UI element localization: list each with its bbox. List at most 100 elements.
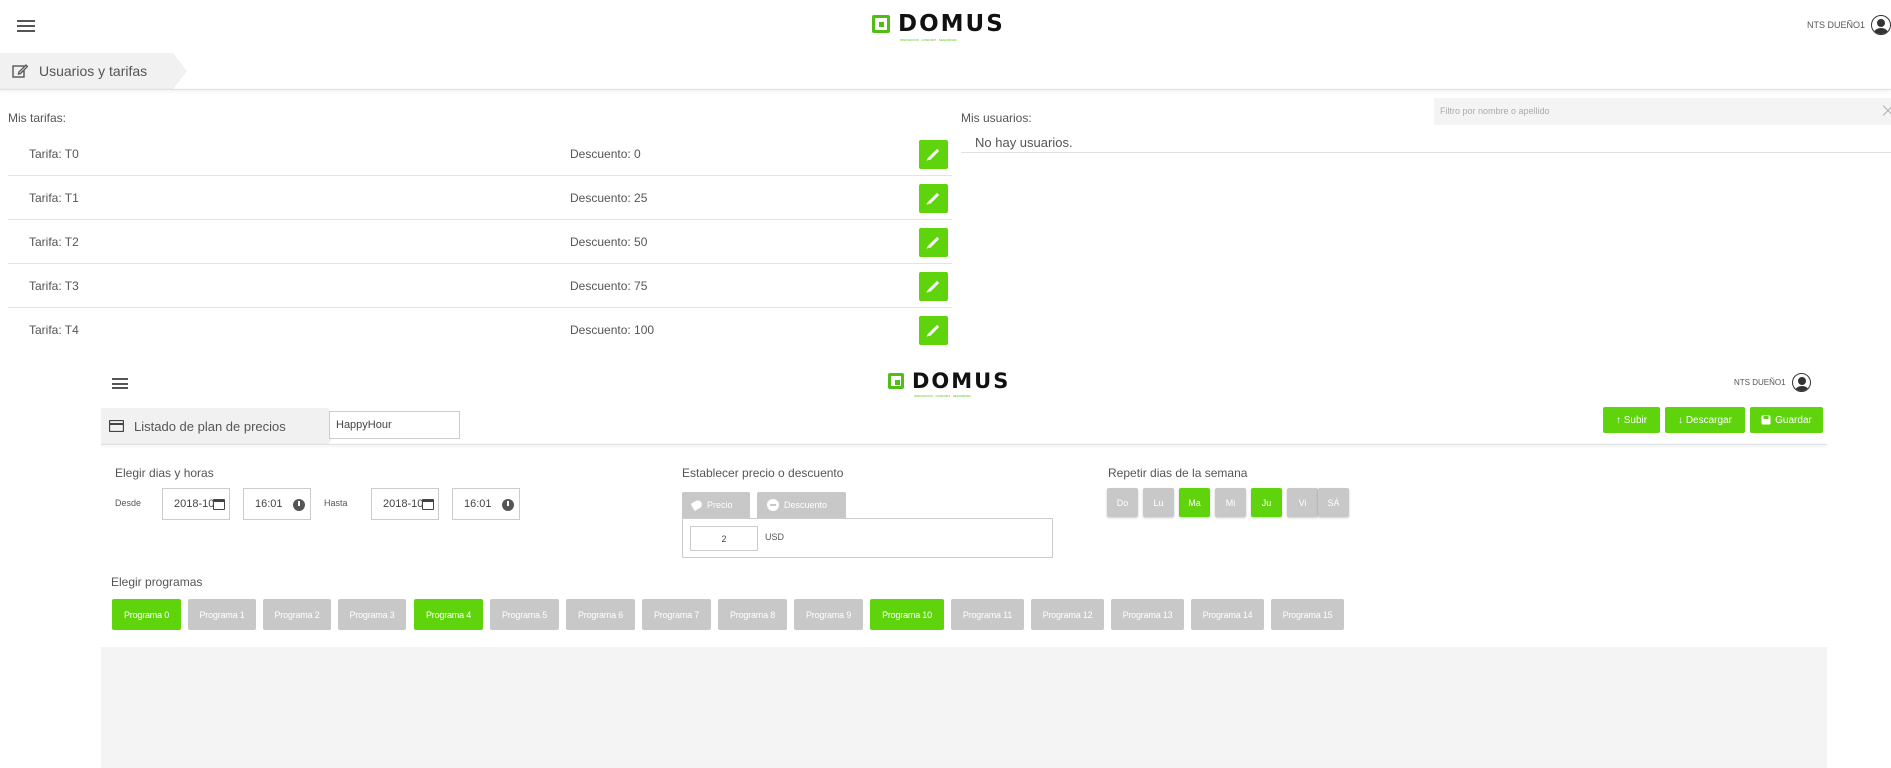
tarifa-name: Tarifa: T4 — [29, 323, 79, 337]
tab-precio[interactable]: Precio — [682, 492, 750, 518]
save-icon — [1761, 415, 1771, 425]
inner-brand-tagline: INNOVACION · CONFORT · SEGURIDAD — [914, 394, 971, 398]
header-divider — [0, 89, 1891, 90]
program-toggle[interactable]: Programa 14 — [1191, 599, 1264, 630]
pencil-icon — [927, 148, 940, 161]
plan-name-input[interactable]: HappyHour — [329, 411, 460, 439]
tarifa-row: Tarifa: T4 Descuento: 100 — [8, 308, 952, 352]
clear-filter-icon[interactable] — [1881, 104, 1891, 118]
program-toggle[interactable]: Programa 13 — [1111, 599, 1184, 630]
pencil-icon — [927, 192, 940, 205]
program-toggle[interactable]: Programa 11 — [951, 599, 1024, 630]
credit-card-icon — [109, 420, 124, 432]
tarifas-label: Mis tarifas: — [8, 111, 67, 125]
program-toggle[interactable]: Programa 0 — [112, 599, 181, 630]
program-toggle[interactable]: Programa 2 — [263, 599, 331, 630]
program-toggle[interactable]: Programa 7 — [642, 599, 711, 630]
calendar-icon[interactable] — [213, 499, 225, 510]
calendar-icon[interactable] — [422, 499, 434, 510]
time-from-value: 16:01 — [255, 498, 283, 510]
inner-brand-logo: DOMUS INNOVACION · CONFORT · SEGURIDAD — [888, 369, 1011, 398]
edit-tarifa-button[interactable] — [919, 316, 948, 345]
program-toggle[interactable]: Programa 3 — [338, 599, 406, 630]
price-value: 2 — [721, 533, 727, 544]
tab-precio-label: Precio — [707, 500, 733, 510]
guardar-button[interactable]: Guardar — [1750, 407, 1823, 433]
price-panel: 2 USD — [682, 518, 1053, 558]
program-toggle[interactable]: Programa 10 — [870, 599, 944, 630]
program-toggle[interactable]: Programa 5 — [490, 599, 559, 630]
date-from-input[interactable]: 2018-10 — [162, 488, 230, 520]
page-title: Usuarios y tarifas — [39, 63, 148, 79]
program-toggle[interactable]: Programa 15 — [1271, 599, 1344, 630]
tarifa-row: Tarifa: T2 Descuento: 50 — [8, 220, 952, 264]
inner-page-title: Listado de plan de precios — [134, 418, 286, 434]
inner-user-avatar-icon — [1791, 373, 1811, 392]
program-toggle[interactable]: Programa 12 — [1031, 599, 1104, 630]
tarifa-discount: Descuento: 75 — [570, 279, 648, 293]
descargar-button[interactable]: ↓ Descargar — [1665, 407, 1745, 433]
edit-square-icon — [12, 64, 28, 78]
program-toggle[interactable]: Programa 4 — [414, 599, 483, 630]
date-from-value: 2018-10 — [174, 498, 215, 510]
edit-tarifa-button[interactable] — [919, 228, 948, 257]
tarifa-discount: Descuento: 100 — [570, 323, 655, 337]
edit-tarifa-button[interactable] — [919, 140, 948, 169]
clock-icon[interactable] — [502, 499, 514, 511]
day-toggle-do[interactable]: Do — [1107, 488, 1138, 517]
date-to-value: 2018-10 — [383, 498, 424, 510]
subir-button[interactable]: ↑ Subir — [1603, 407, 1660, 433]
price-input[interactable]: 2 — [690, 526, 758, 551]
day-toggle-ju[interactable]: Ju — [1251, 488, 1282, 517]
tarifa-row: Tarifa: T0 Descuento: 0 — [8, 132, 952, 176]
tarifa-discount: Descuento: 50 — [570, 235, 648, 249]
tarifa-name: Tarifa: T0 — [29, 147, 79, 161]
brand-text: DOMUS — [898, 11, 1005, 37]
edit-tarifa-button[interactable] — [919, 272, 948, 301]
inner-breadcrumb: Listado de plan de precios — [101, 408, 342, 444]
edit-tarifa-button[interactable] — [919, 184, 948, 213]
logo-mark-icon — [872, 15, 890, 33]
repeat-title: Repetir dias de la semana — [1108, 466, 1248, 480]
hasta-label: Hasta — [324, 498, 348, 508]
day-toggle-mi[interactable]: Mi — [1215, 488, 1246, 517]
tab-descuento-label: Descuento — [784, 500, 828, 510]
day-toggle-ma[interactable]: Ma — [1179, 488, 1210, 517]
pencil-icon — [927, 324, 940, 337]
tarifa-discount: Descuento: 0 — [570, 147, 641, 161]
day-toggle-sa[interactable]: SÁ — [1318, 488, 1349, 517]
tarifa-name: Tarifa: T1 — [29, 191, 79, 205]
program-toggle[interactable]: Programa 6 — [566, 599, 635, 630]
tarifa-row: Tarifa: T3 Descuento: 75 — [8, 264, 952, 308]
clock-icon[interactable] — [293, 499, 305, 511]
brand-tagline: INNOVACION · CONFORT · SEGURIDAD — [900, 38, 957, 42]
user-avatar-icon — [1871, 15, 1891, 35]
tab-descuento[interactable]: Descuento — [757, 492, 846, 518]
breadcrumb: Usuarios y tarifas — [0, 53, 187, 89]
user-menu[interactable]: NTS DUEÑO1 — [1807, 15, 1891, 35]
user-name: NTS DUEÑO1 — [1806, 20, 1865, 30]
top-bar: DOMUS INNOVACION · CONFORT · SEGURIDAD N… — [0, 0, 1891, 52]
inner-brand-text: DOMUS — [912, 369, 1011, 393]
time-from-input[interactable]: 16:01 — [243, 488, 311, 520]
inner-user-name: NTS DUEÑO1 — [1734, 378, 1786, 387]
user-filter-input[interactable]: Filtro por nombre o apellido — [1434, 98, 1891, 125]
pencil-icon — [927, 236, 940, 249]
program-toggle[interactable]: Programa 8 — [718, 599, 787, 630]
day-toggle-lu[interactable]: Lu — [1143, 488, 1174, 517]
menu-icon[interactable] — [17, 20, 35, 32]
time-to-value: 16:01 — [464, 498, 492, 510]
inner-menu-icon[interactable] — [112, 378, 128, 389]
inner-header-divider — [101, 444, 1827, 445]
day-toggle-vi[interactable]: Vi — [1287, 488, 1318, 517]
date-to-input[interactable]: 2018-10 — [371, 488, 439, 520]
time-to-input[interactable]: 16:01 — [452, 488, 520, 520]
program-toggle[interactable]: Programa 9 — [794, 599, 863, 630]
brand-logo: DOMUS INNOVACION · CONFORT · SEGURIDAD — [872, 11, 1005, 42]
inner-user-menu[interactable]: NTS DUEÑO1 — [1734, 373, 1811, 392]
users-divider — [961, 152, 1891, 153]
program-toggle[interactable]: Programa 1 — [188, 599, 256, 630]
no-users-message: No hay usuarios. — [975, 135, 1073, 150]
tarifa-discount: Descuento: 25 — [570, 191, 648, 205]
minus-circle-icon — [767, 499, 779, 511]
